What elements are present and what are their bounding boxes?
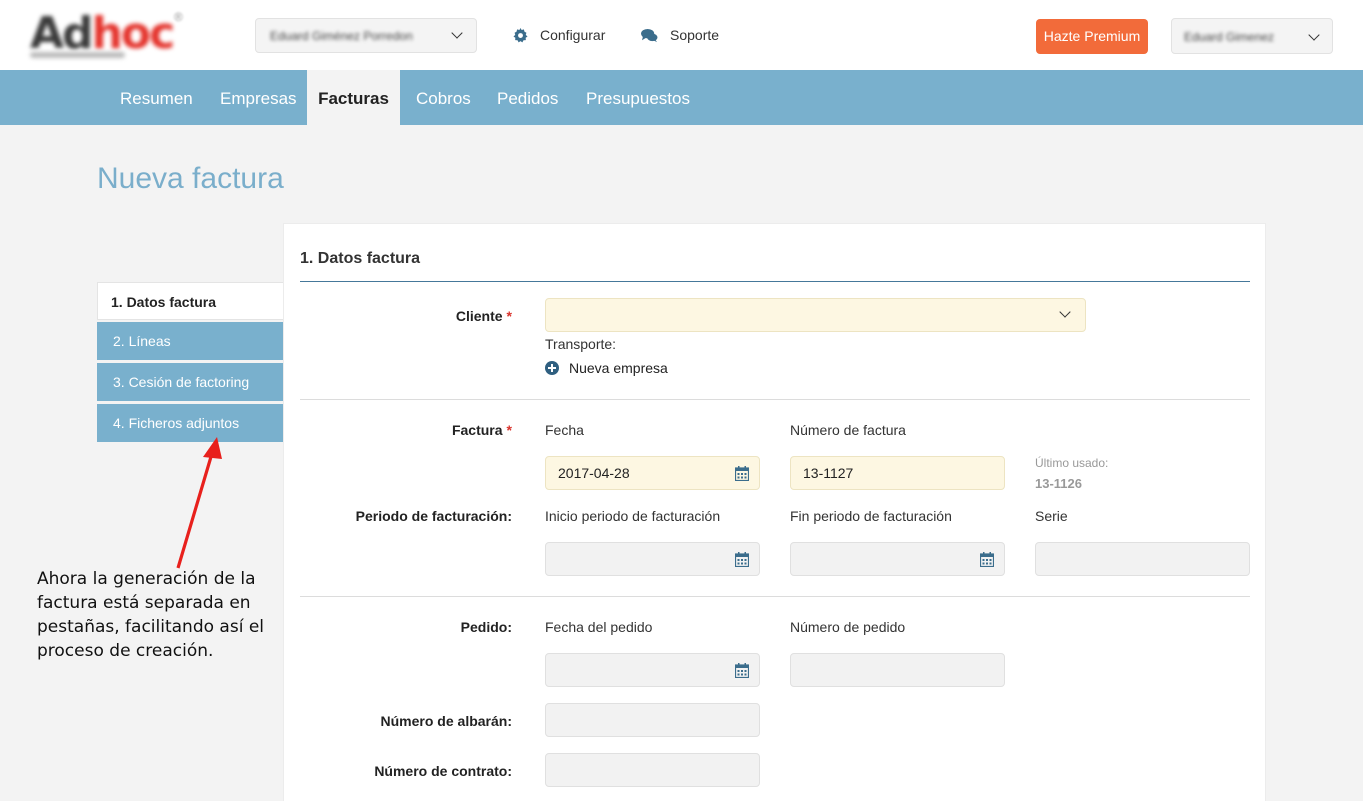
last-used-label: Último usado: (1035, 456, 1109, 470)
contrato-label: Número de contrato: (374, 763, 512, 779)
new-company-label: Nueva empresa (569, 360, 668, 376)
top-header: Adhoc ® Eduard Giménez Porredon Configur… (0, 0, 1363, 70)
numero-factura-input[interactable]: 13-1127 (790, 456, 1005, 490)
annotation-text: Ahora la generación de la factura está s… (37, 569, 265, 661)
chevron-down-icon (1059, 306, 1071, 318)
factura-label: Factura * (452, 422, 512, 438)
required-mark: * (506, 422, 512, 438)
cliente-label-text: Cliente (455, 308, 503, 324)
invoice-form: 1. Datos factura Cliente * Transporte: Nu… (283, 223, 1266, 801)
inicio-periodo-input[interactable] (545, 542, 760, 576)
fecha-label: Fecha (545, 422, 584, 438)
fin-periodo-input[interactable] (790, 542, 1005, 576)
page-title: Nueva factura (97, 162, 284, 195)
main-nav: Resumen Empresas Facturas Cobros Pedidos… (0, 70, 1363, 125)
numero-pedido-label: Número de pedido (790, 619, 906, 635)
registered-mark: ® (174, 10, 183, 24)
periodo-label: Periodo de facturación: (355, 508, 512, 524)
step-datos-factura[interactable]: 1. Datos factura (97, 282, 284, 320)
gear-icon (513, 27, 528, 42)
tab-empresas[interactable]: Empresas (220, 70, 297, 125)
chevron-down-icon (1308, 29, 1320, 41)
fecha-pedido-input[interactable] (545, 653, 760, 687)
cliente-label: Cliente * (456, 308, 512, 324)
step-ficheros-adjuntos[interactable]: 4. Ficheros adjuntos (97, 404, 284, 442)
new-company-link[interactable]: Nueva empresa (545, 360, 668, 376)
user-menu[interactable]: Eduard Gimenez (1171, 18, 1333, 54)
serie-input[interactable] (1035, 542, 1250, 576)
numero-factura-label: Número de factura (790, 422, 906, 438)
fecha-pedido-label: Fecha del pedido (545, 619, 653, 635)
transporte-label: Transporte: (545, 336, 617, 352)
tab-resumen[interactable]: Resumen (120, 70, 193, 125)
serie-label: Serie (1035, 508, 1068, 524)
contrato-input[interactable] (545, 753, 760, 787)
numero-pedido-input[interactable] (790, 653, 1005, 687)
section-divider (300, 399, 1250, 400)
pedido-label: Pedido: (460, 619, 512, 635)
fecha-value: 2017-04-28 (558, 465, 630, 481)
inicio-periodo-label: Inicio periodo de facturación (545, 508, 721, 524)
tab-facturas[interactable]: Facturas (307, 70, 400, 125)
step-cesion-factoring[interactable]: 3. Cesión de factoring (97, 363, 284, 401)
chevron-down-icon (451, 27, 463, 39)
company-select-value: Eduard Giménez Porredon (270, 29, 413, 43)
logo-tagline (30, 52, 125, 58)
cliente-select[interactable] (545, 298, 1086, 332)
fecha-input[interactable]: 2017-04-28 (545, 456, 760, 490)
step-lineas[interactable]: 2. Líneas (97, 322, 284, 360)
soporte-label: Soporte (670, 27, 720, 43)
required-mark: * (506, 308, 512, 324)
section-divider (300, 281, 1250, 282)
plus-circle-icon (545, 361, 559, 375)
section-title: 1. Datos factura (300, 250, 421, 267)
albaran-label: Número de albarán: (380, 713, 512, 729)
fin-periodo-label: Fin periodo de facturación (790, 508, 952, 524)
factura-label-text: Factura (451, 422, 503, 438)
section-divider (300, 596, 1250, 597)
premium-button[interactable]: Hazte Premium (1036, 19, 1148, 54)
soporte-link[interactable]: Soporte (641, 27, 719, 43)
configurar-link[interactable]: Configurar (513, 27, 605, 43)
tab-presupuestos[interactable]: Presupuestos (586, 70, 690, 125)
last-used-value: 13-1126 (1035, 476, 1082, 491)
company-select[interactable]: Eduard Giménez Porredon (255, 18, 477, 53)
configurar-label: Configurar (540, 27, 606, 43)
albaran-input[interactable] (545, 703, 760, 737)
calendar-icon (735, 552, 749, 567)
calendar-icon (980, 552, 994, 567)
numero-factura-value: 13-1127 (803, 465, 854, 481)
calendar-icon (735, 466, 749, 481)
calendar-icon (735, 663, 749, 678)
user-menu-value: Eduard Gimenez (1184, 30, 1275, 44)
tab-pedidos[interactable]: Pedidos (497, 70, 558, 125)
comments-icon (641, 28, 658, 42)
tab-cobros[interactable]: Cobros (416, 70, 471, 125)
